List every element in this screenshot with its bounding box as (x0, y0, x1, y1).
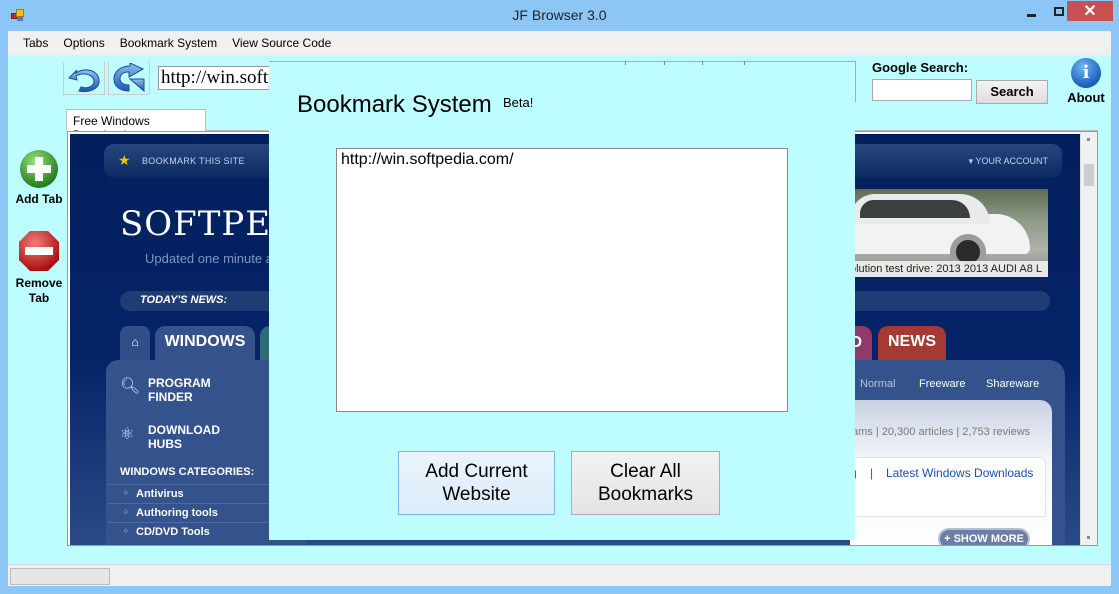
your-account-link[interactable]: ▾ YOUR ACCOUNT (969, 156, 1048, 167)
tick (625, 61, 626, 65)
tick (744, 61, 745, 65)
bookmark-system-dialog: Bookmark System Beta! http://win.softped… (269, 61, 855, 540)
tick (664, 61, 665, 65)
menu-bookmark-system[interactable]: Bookmark System (113, 36, 224, 50)
status-bar (8, 564, 1111, 586)
downloads-panel: Normal Freeware Shareware ams | 20,300 a… (850, 360, 1065, 545)
about-label: About (1067, 90, 1105, 105)
title-bar: JF Browser 3.0 ✕ (0, 0, 1119, 31)
downloads-inner: ams | 20,300 articles | 2,753 reviews g … (850, 400, 1052, 545)
client-area: Tabs Options Bookmark System View Source… (8, 31, 1111, 586)
remove-icon (19, 231, 59, 271)
bookmark-this-site-link[interactable]: BOOKMARK THIS SITE (142, 156, 245, 166)
remove-tab-label-2: Tab (26, 291, 52, 306)
add-tab-label: Add Tab (13, 192, 65, 207)
back-button[interactable] (63, 62, 105, 95)
bullet-icon: ✧ (122, 526, 130, 536)
minimize-button[interactable] (1018, 1, 1044, 21)
search-button[interactable]: Search (976, 80, 1048, 104)
vertical-scrollbar[interactable] (1080, 132, 1097, 545)
links-box: g | Latest Windows Downloads (850, 457, 1046, 517)
loading-progress-bar (10, 568, 110, 585)
tick (702, 61, 703, 65)
latest-windows-downloads-link[interactable]: Latest Windows Downloads (886, 466, 1033, 480)
info-icon: i (1071, 58, 1101, 88)
back-arrow-icon (68, 69, 100, 92)
program-finder-link[interactable]: PROGRAM FINDER (148, 376, 211, 404)
nav-tab-news[interactable]: NEWS (878, 326, 946, 360)
about-button[interactable]: i About (1064, 58, 1108, 105)
clear-button-label-2: Bookmarks (597, 484, 694, 505)
add-button-label-1: Add Current (425, 461, 528, 482)
hub-icon: ⚛ (120, 426, 135, 443)
clear-button-label-1: Clear All (610, 461, 681, 482)
bullet-icon: ✧ (122, 507, 130, 517)
clear-all-bookmarks-button[interactable]: Clear All Bookmarks (571, 451, 720, 515)
star-icon: ★ (118, 152, 131, 168)
scroll-thumb[interactable] (1084, 164, 1094, 186)
google-search-input[interactable] (872, 79, 972, 101)
remove-tab-label-1: Remove (13, 276, 65, 291)
link-separator: | (870, 466, 874, 480)
add-button-label-2: Website (442, 484, 511, 505)
category-cd-dvd-tools[interactable]: CD/DVD Tools (136, 526, 210, 538)
download-hubs-link[interactable]: DOWNLOAD HUBS (148, 423, 220, 451)
tab-free-windows-downloads[interactable]: Free Windows Downloads (66, 109, 206, 142)
search-icon: 🔍︎ (120, 378, 141, 395)
forward-arrow-icon (113, 63, 145, 93)
window-title: JF Browser 3.0 (512, 7, 607, 23)
scroll-up-icon[interactable] (1087, 138, 1090, 141)
add-current-website-button[interactable]: Add Current Website (398, 451, 555, 515)
filter-freeware[interactable]: Freeware (919, 378, 965, 390)
site-stats: ams | 20,300 articles | 2,753 reviews (852, 426, 1031, 438)
filter-normal[interactable]: Normal (860, 378, 895, 390)
url-input[interactable]: http://win.softpedia.com/ (158, 66, 270, 90)
updated-text: Updated one minute ago (145, 251, 288, 266)
dialog-top-border (269, 61, 855, 62)
minimize-icon (1026, 13, 1036, 17)
add-icon (20, 150, 58, 188)
menu-options[interactable]: Options (56, 36, 111, 50)
category-authoring-tools[interactable]: Authoring tools (136, 507, 218, 519)
show-more-button[interactable]: + SHOW MORE (938, 528, 1030, 545)
home-icon: ⌂ (131, 335, 139, 349)
maximize-icon (1054, 6, 1064, 16)
forward-button[interactable] (108, 62, 150, 95)
scroll-down-icon[interactable] (1087, 536, 1090, 539)
menu-bar: Tabs Options Bookmark System View Source… (8, 31, 1111, 55)
bullet-icon: ✧ (122, 488, 130, 498)
car-caption: olution test drive: 2013 2013 AUDI A8 L (850, 261, 1048, 277)
menu-tabs[interactable]: Tabs (16, 36, 55, 50)
remove-tab-button[interactable]: Remove Tab (10, 229, 68, 306)
google-search-label: Google Search: (872, 60, 969, 75)
close-icon: ✕ (1083, 3, 1097, 20)
bookmarks-textarea[interactable]: http://win.softpedia.com/ (336, 148, 788, 412)
add-tab-button[interactable]: Add Tab (10, 149, 68, 207)
featured-car-image[interactable]: olution test drive: 2013 2013 AUDI A8 L (850, 189, 1048, 277)
nav-tab-windows[interactable]: WINDOWS (155, 326, 255, 360)
dialog-title: Bookmark System (297, 91, 492, 118)
filter-shareware[interactable]: Shareware (986, 378, 1039, 390)
home-tab[interactable]: ⌂ (120, 326, 150, 360)
close-button[interactable]: ✕ (1067, 1, 1113, 21)
windows-categories-heading: WINDOWS CATEGORIES: (120, 466, 255, 478)
category-antivirus[interactable]: Antivirus (136, 488, 184, 500)
todays-news-label: TODAY'S NEWS: (140, 294, 228, 306)
menu-view-source-code[interactable]: View Source Code (225, 36, 338, 50)
beta-label: Beta! (503, 95, 534, 110)
